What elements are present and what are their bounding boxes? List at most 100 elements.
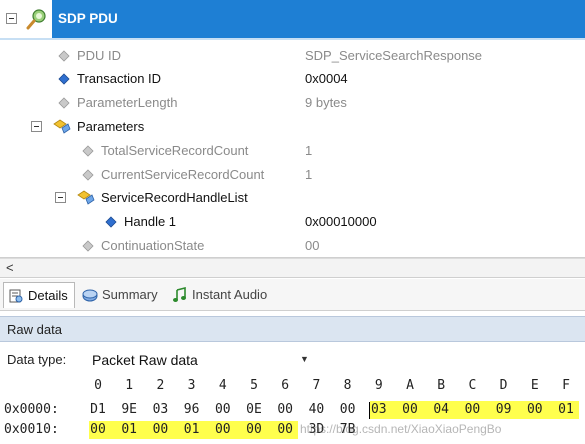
collapse-sdp-pdu-icon[interactable] — [6, 13, 17, 24]
field-value: 00 — [305, 238, 320, 253]
raw-data-title: Raw data — [7, 322, 62, 337]
tab-label: Details — [28, 288, 68, 303]
hex-column-label: 8 — [343, 378, 352, 393]
tab-instant-audio[interactable]: Instant Audio — [168, 282, 273, 308]
field-value: 1 — [305, 167, 313, 182]
packet-tree[interactable]: SDP PDU PDU ID SDP_ServiceSearchResponse… — [0, 0, 585, 258]
hex-column-label: E — [530, 378, 539, 393]
field-value: 9 bytes — [305, 95, 347, 110]
data-type-value: Packet Raw data — [92, 352, 198, 368]
sdp-pdu-header[interactable]: SDP PDU — [0, 0, 585, 38]
data-type-label: Data type: — [7, 352, 67, 367]
hex-byte[interactable]: 00 — [337, 402, 359, 417]
hex-byte[interactable]: 00 — [212, 422, 234, 437]
hex-byte[interactable]: 03 — [368, 402, 390, 417]
hex-byte[interactable]: 9E — [118, 402, 140, 417]
hex-byte[interactable]: 40 — [305, 402, 327, 417]
hex-column-label: 9 — [374, 378, 383, 393]
field-gray-icon — [82, 169, 94, 181]
hex-column-label: D — [499, 378, 508, 393]
field-name: PDU ID — [77, 48, 122, 63]
field-value: SDP_ServiceSearchResponse — [305, 48, 483, 63]
sdp-search-icon — [26, 9, 46, 30]
hex-byte[interactable]: 00 — [524, 402, 546, 417]
hex-byte[interactable]: 00 — [212, 402, 234, 417]
field-gray-icon — [82, 240, 94, 252]
hex-byte[interactable]: 01 — [118, 422, 140, 437]
hex-byte[interactable]: 96 — [181, 402, 203, 417]
hex-byte[interactable]: 00 — [87, 422, 109, 437]
field-gray-icon — [58, 97, 70, 109]
hex-byte[interactable]: 00 — [274, 422, 296, 437]
hex-byte[interactable]: 03 — [149, 402, 171, 417]
field-name: ContinuationState — [101, 238, 205, 253]
field-name: Parameters — [77, 119, 145, 134]
field-name: TotalServiceRecordCount — [101, 143, 249, 158]
field-gray-icon — [82, 145, 94, 157]
hex-byte[interactable]: 00 — [399, 402, 421, 417]
hex-column-label: F — [562, 378, 570, 393]
tree-row-handle-1[interactable]: Handle 1 0x00010000 — [0, 211, 585, 233]
tab-label: Instant Audio — [192, 287, 268, 302]
hex-byte[interactable]: D1 — [87, 402, 109, 417]
field-name: Transaction ID — [77, 71, 162, 86]
hex-column-label: 1 — [125, 378, 134, 393]
tab-details[interactable]: Details — [3, 282, 75, 308]
field-blue-icon — [58, 73, 70, 85]
data-type-row: Data type: Packet Raw data ▼ — [0, 346, 585, 374]
hex-column-label: 3 — [187, 378, 196, 393]
field-name: CurrentServiceRecordCount — [101, 167, 265, 182]
tree-row-service-record-handle-list[interactable]: ServiceRecordHandleList — [0, 187, 585, 209]
tree-row-continuation-state[interactable]: ContinuationState 00 — [0, 235, 585, 257]
tree-row-current-service-record-count[interactable]: CurrentServiceRecordCount 1 — [0, 164, 585, 186]
hex-row-address: 0x0000: — [4, 402, 59, 417]
hex-byte[interactable]: 00 — [274, 402, 296, 417]
tree-row-total-service-record-count[interactable]: TotalServiceRecordCount 1 — [0, 140, 585, 162]
field-blue-icon — [105, 216, 117, 228]
hex-column-label: 4 — [218, 378, 227, 393]
detail-tab-bar: Details Summary Instant Audio — [0, 279, 585, 311]
summary-icon — [82, 289, 98, 302]
tree-row-transaction-id[interactable]: Transaction ID 0x0004 — [0, 68, 585, 90]
music-note-icon — [173, 287, 186, 302]
tab-label: Summary — [102, 287, 158, 302]
hex-column-label: 0 — [94, 378, 102, 393]
field-value: 0x0004 — [305, 71, 348, 86]
page-title: SDP PDU — [58, 11, 118, 26]
hex-column-label: 7 — [312, 378, 321, 393]
hex-column-label: 6 — [281, 378, 290, 393]
chevron-down-icon[interactable]: ▼ — [300, 354, 309, 364]
hex-byte[interactable]: 00 — [461, 402, 483, 417]
horizontal-scrollbar[interactable]: < — [0, 258, 585, 278]
data-type-select[interactable]: Packet Raw data ▼ — [86, 348, 314, 372]
field-name: ServiceRecordHandleList — [101, 190, 248, 205]
hex-byte[interactable]: 00 — [243, 422, 265, 437]
tree-row-pdu-id[interactable]: PDU ID SDP_ServiceSearchResponse — [0, 45, 585, 67]
watermark: https://blog.csdn.net/XiaoXiaoPengBo — [300, 422, 502, 436]
scroll-left-icon[interactable]: < — [6, 260, 14, 275]
hex-byte[interactable]: 01 — [555, 402, 577, 417]
hex-byte[interactable]: 09 — [493, 402, 515, 417]
header-divider — [0, 38, 585, 40]
tab-summary[interactable]: Summary — [78, 282, 164, 308]
collapse-parameters-icon[interactable] — [31, 121, 42, 132]
field-value: 1 — [305, 143, 313, 158]
parameters-group-icon — [53, 119, 71, 134]
field-name: Handle 1 — [124, 214, 177, 229]
text-cursor — [368, 402, 370, 419]
hex-byte[interactable]: 01 — [181, 422, 203, 437]
hex-byte[interactable]: 04 — [430, 402, 452, 417]
hex-row-address: 0x0010: — [4, 422, 59, 437]
tree-row-parameters[interactable]: Parameters — [0, 116, 585, 138]
collapse-handle-list-icon[interactable] — [55, 192, 66, 203]
hex-column-label: 5 — [250, 378, 258, 393]
hex-byte[interactable]: 00 — [149, 422, 171, 437]
raw-data-header: Raw data — [0, 316, 585, 342]
handle-list-group-icon — [77, 190, 95, 205]
hex-column-label: C — [468, 378, 477, 393]
hex-column-label: 2 — [156, 378, 165, 393]
field-gray-icon — [58, 50, 70, 62]
tree-row-parameter-length[interactable]: ParameterLength 9 bytes — [0, 92, 585, 114]
field-name: ParameterLength — [77, 95, 178, 110]
hex-byte[interactable]: 0E — [243, 402, 265, 417]
